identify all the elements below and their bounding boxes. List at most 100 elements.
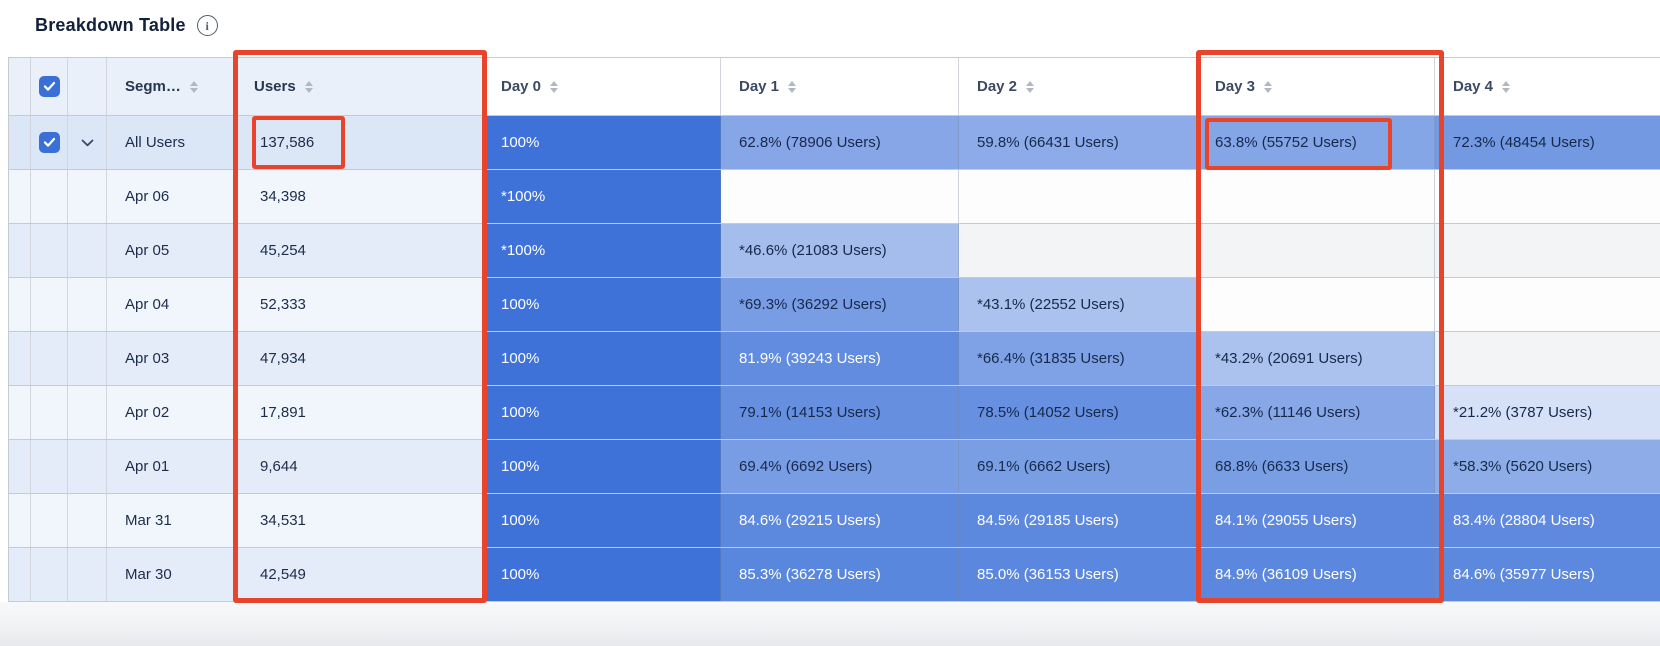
retention-cell-day1[interactable]: *46.6% (21083 Users): [721, 224, 959, 277]
retention-cell-day2[interactable]: 85.0% (36153 Users): [959, 548, 1197, 601]
segment-cell[interactable]: Apr 06: [107, 170, 236, 223]
table-row: Mar 3134,531100%84.6% (29215 Users)84.5%…: [9, 494, 1660, 548]
row-gutter: [9, 332, 31, 385]
row-expand-cell: [68, 224, 107, 277]
retention-cell-day2: [959, 224, 1197, 277]
retention-cell-day3[interactable]: *43.2% (20691 Users): [1197, 332, 1435, 385]
retention-cell-day2[interactable]: 59.8% (66431 Users): [959, 116, 1197, 169]
segment-cell[interactable]: Apr 02: [107, 386, 236, 439]
segment-cell[interactable]: Apr 03: [107, 332, 236, 385]
sort-up-arrow: [788, 81, 796, 86]
retention-cell-day3[interactable]: *62.3% (11146 Users): [1197, 386, 1435, 439]
row-select-cell: [31, 170, 68, 223]
sort-down-arrow: [305, 88, 313, 93]
retention-cell-day2[interactable]: *43.1% (22552 Users): [959, 278, 1197, 331]
retention-cell-day0[interactable]: 100%: [483, 440, 721, 493]
sort-down-arrow: [1264, 88, 1272, 93]
retention-cell-day1[interactable]: 84.6% (29215 Users): [721, 494, 959, 547]
retention-cell-day0[interactable]: 100%: [483, 548, 721, 601]
table-row: Apr 0634,398*100%: [9, 170, 1660, 224]
table-row: Mar 3042,549100%85.3% (36278 Users)85.0%…: [9, 548, 1660, 602]
row-expand-cell: [68, 170, 107, 223]
info-icon[interactable]: i: [197, 15, 218, 36]
retention-cell-day0[interactable]: 100%: [483, 116, 721, 169]
sort-up-arrow: [1502, 81, 1510, 86]
retention-cell-day1[interactable]: 62.8% (78906 Users): [721, 116, 959, 169]
retention-cell-day1[interactable]: *69.3% (36292 Users): [721, 278, 959, 331]
users-cell: 47,934: [236, 332, 483, 385]
retention-cell-day0[interactable]: 100%: [483, 386, 721, 439]
retention-cell-day0[interactable]: *100%: [483, 170, 721, 223]
retention-cell-day1[interactable]: 69.4% (6692 Users): [721, 440, 959, 493]
segment-cell[interactable]: All Users: [107, 116, 236, 169]
segment-column-header[interactable]: Segm…: [107, 58, 236, 115]
row-expand-cell: [68, 494, 107, 547]
segment-cell[interactable]: Mar 31: [107, 494, 236, 547]
retention-cell-day4[interactable]: 83.4% (28804 Users): [1435, 494, 1660, 547]
day1-column-header[interactable]: Day 1: [721, 58, 959, 115]
retention-cell-day0[interactable]: 100%: [483, 494, 721, 547]
retention-cell-day0[interactable]: 100%: [483, 278, 721, 331]
retention-cell-day4[interactable]: 72.3% (48454 Users): [1435, 116, 1660, 169]
retention-cell-day2[interactable]: *66.4% (31835 Users): [959, 332, 1197, 385]
retention-cell-day0[interactable]: *100%: [483, 224, 721, 277]
day-header-label: Day 2: [977, 78, 1017, 95]
users-cell: 17,891: [236, 386, 483, 439]
row-select-cell: [31, 494, 68, 547]
sort-icon: [1502, 81, 1510, 93]
day-header-label: Day 4: [1453, 78, 1493, 95]
row-checkbox[interactable]: [39, 132, 60, 153]
sort-up-arrow: [190, 81, 198, 86]
row-expand-cell: [68, 332, 107, 385]
retention-cell-day1[interactable]: 81.9% (39243 Users): [721, 332, 959, 385]
sort-down-arrow: [190, 88, 198, 93]
retention-cell-day4[interactable]: *21.2% (3787 Users): [1435, 386, 1660, 439]
retention-cell-day4[interactable]: *58.3% (5620 Users): [1435, 440, 1660, 493]
retention-cell-day1[interactable]: 79.1% (14153 Users): [721, 386, 959, 439]
table-row: All Users137,586100%62.8% (78906 Users)5…: [9, 116, 1660, 170]
day2-column-header[interactable]: Day 2: [959, 58, 1197, 115]
bottom-strip: [0, 602, 1660, 646]
table-row: Apr 0347,934100%81.9% (39243 Users)*66.4…: [9, 332, 1660, 386]
row-expand-cell: [68, 116, 107, 169]
day-header-label: Day 1: [739, 78, 779, 95]
sort-up-arrow: [550, 81, 558, 86]
retention-cell-day3[interactable]: 68.8% (6633 Users): [1197, 440, 1435, 493]
segment-cell[interactable]: Apr 04: [107, 278, 236, 331]
retention-cell-day2[interactable]: 78.5% (14052 Users): [959, 386, 1197, 439]
chevron-down-icon[interactable]: [81, 134, 94, 151]
retention-cell-day3[interactable]: 63.8% (55752 Users): [1197, 116, 1435, 169]
segment-header-label: Segm…: [125, 78, 181, 95]
sort-icon: [305, 81, 313, 93]
retention-cell-day3[interactable]: 84.1% (29055 Users): [1197, 494, 1435, 547]
segment-cell[interactable]: Apr 05: [107, 224, 236, 277]
retention-cell-day1[interactable]: 85.3% (36278 Users): [721, 548, 959, 601]
retention-cell-day0[interactable]: 100%: [483, 332, 721, 385]
retention-cell-day4[interactable]: 84.6% (35977 Users): [1435, 548, 1660, 601]
row-select-cell: [31, 224, 68, 277]
retention-cell-day2[interactable]: 84.5% (29185 Users): [959, 494, 1197, 547]
day3-column-header[interactable]: Day 3: [1197, 58, 1435, 115]
select-all-checkbox[interactable]: [39, 76, 60, 97]
day4-column-header[interactable]: Day 4: [1435, 58, 1660, 115]
users-cell: 34,531: [236, 494, 483, 547]
users-cell: 9,644: [236, 440, 483, 493]
segment-cell[interactable]: Mar 30: [107, 548, 236, 601]
segment-cell[interactable]: Apr 01: [107, 440, 236, 493]
breakdown-table: Segm… Users Day 0 Day 1 Day 2 Day 3 Day 4 All U…: [8, 57, 1660, 603]
users-cell: 45,254: [236, 224, 483, 277]
expand-header-cell: [68, 58, 107, 115]
table-row: Apr 0452,333100%*69.3% (36292 Users)*43.…: [9, 278, 1660, 332]
retention-cell-day3: [1197, 224, 1435, 277]
users-header-label: Users: [254, 78, 296, 95]
sort-icon: [190, 81, 198, 93]
retention-cell-day3[interactable]: 84.9% (36109 Users): [1197, 548, 1435, 601]
row-gutter: [9, 170, 31, 223]
day-header-label: Day 3: [1215, 78, 1255, 95]
retention-cell-day2[interactable]: 69.1% (6662 Users): [959, 440, 1197, 493]
row-gutter: [9, 548, 31, 601]
select-all-cell: [31, 58, 68, 115]
sort-down-arrow: [1026, 88, 1034, 93]
users-column-header[interactable]: Users: [236, 58, 483, 115]
day0-column-header[interactable]: Day 0: [483, 58, 721, 115]
